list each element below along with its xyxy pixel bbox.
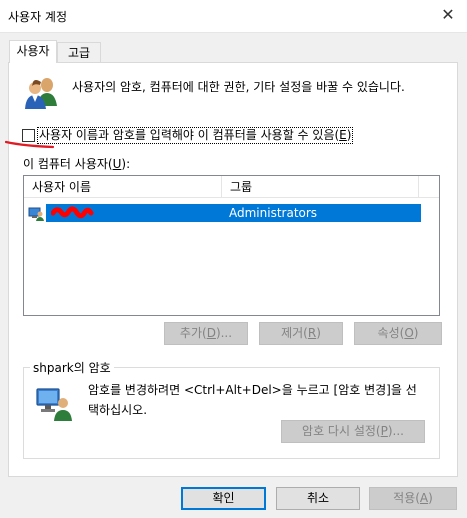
red-underline-annotation bbox=[5, 140, 55, 149]
checkbox-label-close: ) bbox=[346, 128, 352, 142]
tab-advanced[interactable]: 고급 bbox=[57, 42, 101, 64]
users-icon bbox=[25, 78, 57, 109]
window-title: 사용자 계정 bbox=[8, 10, 68, 24]
properties-label-tail: ) bbox=[413, 326, 419, 340]
close-button[interactable]: ✕ bbox=[434, 3, 462, 27]
redacted-username bbox=[51, 206, 94, 219]
reset-password-button[interactable]: 암호 다시 설정(P)... bbox=[281, 420, 425, 443]
users-label-close: ): bbox=[121, 157, 131, 171]
computer-users-label: 이 컴퓨터 사용자(U): bbox=[23, 155, 130, 172]
add-user-button[interactable]: 추가(D)... bbox=[164, 322, 248, 345]
row-group-value: Administrators bbox=[229, 206, 318, 220]
add-label-tail: )... bbox=[215, 326, 233, 340]
list-item[interactable]: Administrators bbox=[24, 204, 421, 222]
title-bar bbox=[0, 0, 467, 32]
remove-user-button[interactable]: 제거(R) bbox=[259, 322, 343, 345]
cancel-button[interactable]: 취소 bbox=[276, 487, 360, 510]
remove-mnemonic: R bbox=[307, 326, 317, 340]
users-label-text: 이 컴퓨터 사용자( bbox=[23, 157, 113, 171]
apply-mnemonic: A bbox=[419, 491, 429, 505]
column-header-username[interactable]: 사용자 이름 bbox=[24, 176, 222, 198]
properties-mnemonic: O bbox=[404, 326, 414, 340]
close-icon: ✕ bbox=[441, 5, 455, 24]
require-password-label[interactable]: 사용자 이름과 암호를 입력해야 이 컴퓨터를 사용할 수 있음(E) bbox=[37, 127, 354, 144]
apply-label-tail: ) bbox=[428, 491, 433, 505]
tab-users[interactable]: 사용자 bbox=[9, 40, 57, 63]
ok-button[interactable]: 확인 bbox=[181, 487, 266, 510]
password-instructions: 암호를 변경하려면 <Ctrl+Alt+Del>을 누르고 [암호 변경]을 선… bbox=[88, 383, 417, 417]
add-label: 추가( bbox=[179, 326, 207, 340]
reset-label: 암호 다시 설정( bbox=[302, 424, 381, 438]
info-text: 사용자의 암호, 컴퓨터에 대한 권한, 기타 설정을 바꿀 수 있습니다. bbox=[72, 80, 405, 94]
password-group-legend: shpark의 암호 bbox=[30, 359, 114, 376]
reset-mnemonic: P bbox=[380, 424, 388, 438]
properties-label: 속성( bbox=[377, 326, 405, 340]
list-header: 사용자 이름 그룹 bbox=[24, 176, 439, 198]
remove-label-tail: ) bbox=[316, 326, 321, 340]
checkbox-mnemonic: E bbox=[339, 128, 347, 142]
add-mnemonic: D bbox=[206, 326, 216, 340]
checkbox-label-text: 사용자 이름과 암호를 입력해야 이 컴퓨터를 사용할 수 있음( bbox=[39, 128, 340, 142]
users-list[interactable]: 사용자 이름 그룹 Administrators bbox=[23, 175, 440, 316]
apply-label: 적용( bbox=[393, 491, 420, 505]
user-icon bbox=[28, 207, 44, 221]
column-header-group[interactable]: 그룹 bbox=[222, 176, 419, 198]
properties-button[interactable]: 속성(O) bbox=[354, 322, 442, 345]
remove-label: 제거( bbox=[281, 326, 308, 340]
computer-user-icon bbox=[36, 388, 72, 421]
apply-button[interactable]: 적용(A) bbox=[369, 487, 457, 510]
reset-label-tail: )... bbox=[387, 424, 404, 438]
